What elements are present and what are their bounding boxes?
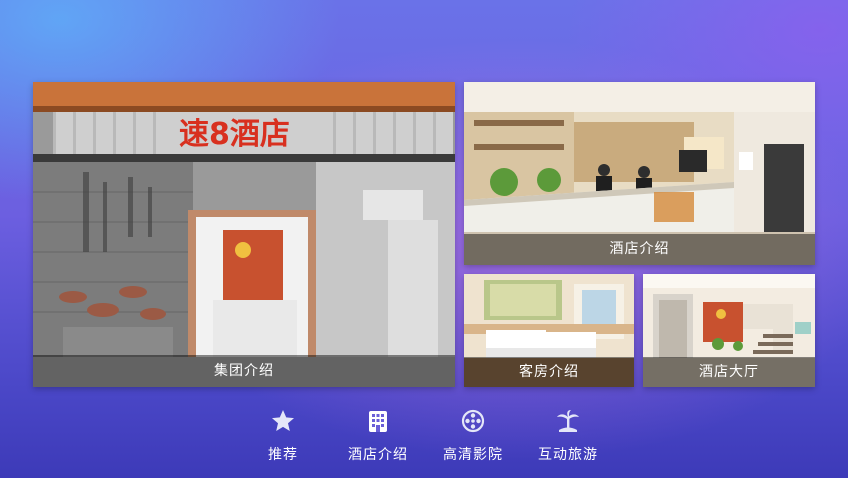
- tile-hotel-intro[interactable]: 酒店介绍: [464, 82, 815, 265]
- nav-item-hotel-intro[interactable]: 酒店介绍: [333, 408, 423, 464]
- nav-label: 互动旅游: [538, 447, 598, 463]
- nav-label: 推荐: [268, 447, 298, 463]
- tile-caption: 客房介绍: [464, 357, 634, 387]
- building-icon: [369, 411, 387, 432]
- group-photo: 速8酒店: [33, 82, 455, 387]
- nav-item-recommend[interactable]: 推荐: [238, 408, 328, 464]
- tile-room-intro[interactable]: 客房介绍: [464, 274, 634, 387]
- nav-item-travel[interactable]: 互动旅游: [523, 408, 613, 464]
- tile-group-intro[interactable]: 速8酒店 集团介绍: [33, 82, 455, 387]
- tile-caption: 集团介绍: [33, 355, 455, 387]
- nav-label: 酒店介绍: [348, 447, 408, 463]
- nav-item-cinema[interactable]: 高清影院: [428, 408, 518, 464]
- bottom-nav: 推荐 酒店介绍 高清影院 互动旅游: [0, 408, 848, 478]
- star-icon: [272, 410, 294, 431]
- tile-caption: 酒店介绍: [464, 234, 815, 265]
- palm-tree-icon: [557, 410, 579, 432]
- tile-caption: 酒店大厅: [643, 357, 815, 387]
- nav-label: 高清影院: [443, 447, 503, 463]
- hotel-sign: 速8酒店: [179, 117, 290, 152]
- film-reel-icon: [461, 409, 485, 433]
- tile-lobby[interactable]: 酒店大厅: [643, 274, 815, 387]
